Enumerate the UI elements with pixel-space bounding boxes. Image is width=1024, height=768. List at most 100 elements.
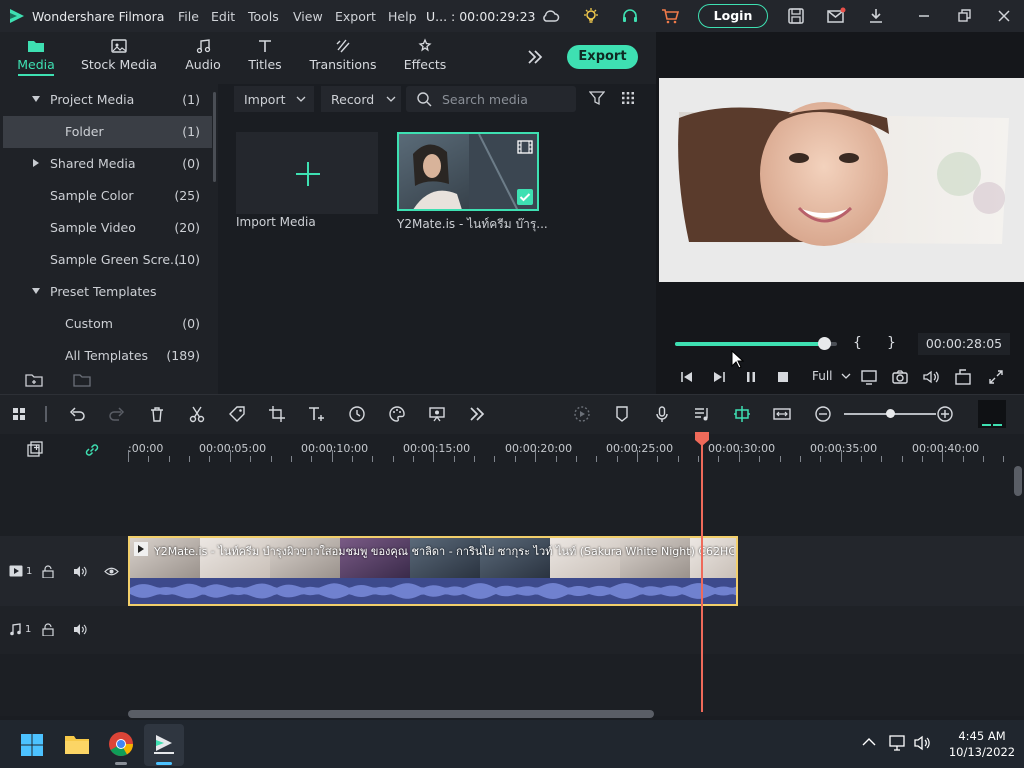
snapshot-camera-icon[interactable] <box>891 368 909 386</box>
search-input[interactable]: Search media <box>406 86 576 112</box>
render-preview-icon[interactable] <box>573 405 591 423</box>
marker-icon[interactable] <box>613 405 631 423</box>
sidebar-item-folder[interactable]: Folder (1) <box>3 116 212 148</box>
speaker-icon[interactable] <box>73 623 87 636</box>
import-dropdown[interactable]: Import <box>234 86 314 112</box>
mail-icon[interactable] <box>826 6 846 26</box>
pip-icon[interactable] <box>954 368 972 386</box>
headset-support-icon[interactable] <box>620 6 640 26</box>
restore-icon[interactable] <box>954 6 974 26</box>
timeline-horizontal-scrollbar[interactable] <box>128 710 654 718</box>
color-palette-icon[interactable] <box>388 405 406 423</box>
sidebar-item-sample-color[interactable]: Sample Color (25) <box>0 180 212 212</box>
grid-view-icon[interactable] <box>621 91 635 105</box>
more-tools-chevron-icon[interactable] <box>468 405 486 423</box>
export-button[interactable]: Export <box>567 45 638 69</box>
sidebar-item-sample-video[interactable]: Sample Video (20) <box>0 212 212 244</box>
stop-icon[interactable] <box>774 368 792 386</box>
playback-scrubber-handle[interactable] <box>818 337 832 350</box>
folder-icon[interactable] <box>73 372 91 388</box>
filmora-taskbar-button[interactable] <box>144 724 184 766</box>
quality-dropdown[interactable]: Full <box>812 369 851 383</box>
undo-icon[interactable] <box>68 405 86 423</box>
import-media-tile[interactable] <box>236 132 378 214</box>
sidebar-item-custom[interactable]: Custom (0) <box>0 308 212 340</box>
microphone-icon[interactable] <box>653 405 671 423</box>
sidebar-item-sample-green-screen[interactable]: Sample Green Scre... (10) <box>0 244 212 276</box>
audio-mixer-icon[interactable] <box>693 405 711 423</box>
new-folder-icon[interactable] <box>25 372 43 388</box>
menu-tools[interactable]: Tools <box>248 9 279 24</box>
lock-icon[interactable] <box>42 623 54 636</box>
cloud-icon[interactable] <box>540 6 560 26</box>
crop-icon[interactable] <box>268 405 286 423</box>
network-icon[interactable] <box>889 735 907 751</box>
timeline-vertical-scrollbar[interactable] <box>1014 466 1022 496</box>
delete-trash-icon[interactable] <box>148 405 166 423</box>
cart-icon[interactable] <box>660 6 680 26</box>
file-explorer-icon[interactable] <box>64 733 90 755</box>
chrome-browser-icon[interactable] <box>108 731 134 757</box>
zoom-in-icon[interactable] <box>936 405 954 423</box>
zoom-out-icon[interactable] <box>814 405 832 423</box>
volume-tray-icon[interactable] <box>914 735 932 751</box>
mark-out-button[interactable]: } <box>887 335 896 351</box>
menu-help[interactable]: Help <box>388 9 417 24</box>
play-icon[interactable] <box>710 368 728 386</box>
speed-clock-icon[interactable] <box>348 405 366 423</box>
tab-stock-media[interactable]: Stock Media <box>80 32 158 84</box>
eye-visibility-icon[interactable] <box>104 566 119 577</box>
zoom-slider-handle[interactable] <box>886 409 895 418</box>
add-text-icon[interactable] <box>307 405 325 423</box>
speaker-icon[interactable] <box>73 565 87 578</box>
tab-titles[interactable]: Titles <box>242 32 288 84</box>
playhead-handle[interactable] <box>694 432 710 446</box>
sidebar-item-all-templates[interactable]: All Templates (189) <box>0 340 212 372</box>
sidebar-scrollbar[interactable] <box>213 92 216 182</box>
previous-frame-icon[interactable] <box>678 368 696 386</box>
minimize-icon[interactable] <box>914 6 934 26</box>
fullscreen-icon[interactable] <box>987 368 1005 386</box>
tab-audio[interactable]: Audio <box>178 32 228 84</box>
tab-effects[interactable]: Effects <box>400 32 450 84</box>
split-scissors-icon[interactable] <box>188 405 206 423</box>
menu-file[interactable]: File <box>178 9 199 24</box>
preview-video-frame[interactable] <box>659 78 1024 282</box>
filter-icon[interactable] <box>589 90 605 106</box>
taskbar-clock-date[interactable]: 10/13/2022 <box>946 745 1018 759</box>
download-icon[interactable] <box>866 6 886 26</box>
sidebar-item-preset-templates[interactable]: Preset Templates <box>0 276 212 308</box>
mark-in-button[interactable]: { <box>853 335 862 351</box>
green-screen-icon[interactable] <box>428 405 446 423</box>
link-chain-icon[interactable] <box>83 441 101 459</box>
audio-track-1[interactable] <box>0 606 1024 654</box>
media-clip-thumbnail[interactable] <box>397 132 539 211</box>
record-dropdown[interactable]: Record <box>321 86 401 112</box>
more-tabs-chevron-icon[interactable] <box>526 48 544 66</box>
bulb-icon[interactable] <box>581 6 601 26</box>
layout-grid-icon[interactable] <box>10 405 28 423</box>
display-monitor-icon[interactable] <box>860 368 878 386</box>
menu-edit[interactable]: Edit <box>211 9 235 24</box>
pause-icon[interactable] <box>742 368 760 386</box>
close-icon[interactable] <box>994 6 1014 26</box>
redo-icon[interactable] <box>108 405 126 423</box>
add-track-icon[interactable] <box>26 441 44 459</box>
sidebar-item-project-media[interactable]: Project Media (1) <box>0 84 212 116</box>
lock-icon[interactable] <box>42 565 54 578</box>
tab-media[interactable]: Media <box>10 32 62 84</box>
sidebar-item-shared-media[interactable]: Shared Media (0) <box>0 148 212 180</box>
snap-magnet-icon[interactable] <box>733 405 751 423</box>
playhead-line[interactable] <box>701 436 703 712</box>
tab-transitions[interactable]: Transitions <box>306 32 380 84</box>
windows-start-icon[interactable] <box>20 733 44 757</box>
login-button[interactable]: Login <box>698 4 768 28</box>
taskbar-clock-time[interactable]: 4:45 AM <box>946 729 1018 743</box>
save-icon[interactable] <box>786 6 806 26</box>
menu-export[interactable]: Export <box>335 9 376 24</box>
volume-icon[interactable] <box>922 368 940 386</box>
menu-view[interactable]: View <box>293 9 323 24</box>
show-hidden-icons-chevron-icon[interactable] <box>862 737 876 747</box>
tag-icon[interactable] <box>228 405 246 423</box>
fit-timeline-icon[interactable] <box>773 405 791 423</box>
